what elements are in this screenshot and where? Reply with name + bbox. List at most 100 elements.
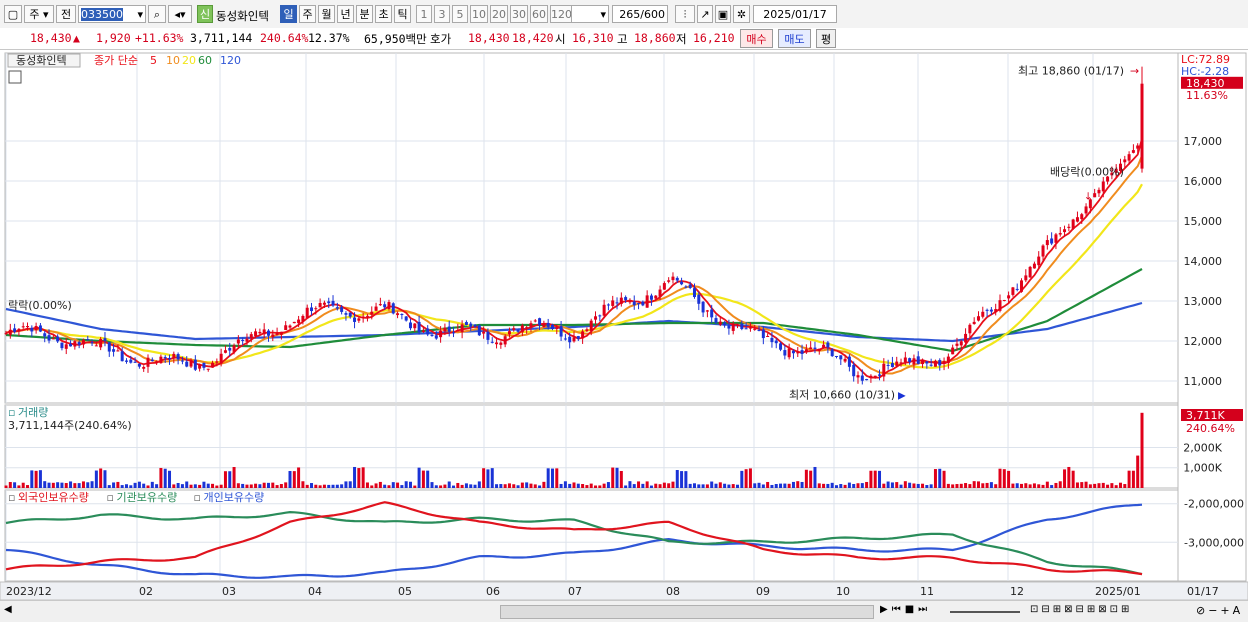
interval-button[interactable]: 20 [490,5,508,23]
playback-controls-icon[interactable]: ▶⏮■⏭ [880,604,931,615]
stock-code-input[interactable]: 033500 ▾ [78,5,146,23]
candle-body [495,342,499,345]
volume-bar [865,481,869,488]
sell-button[interactable]: 매도 [778,29,811,48]
volume-bar [38,470,42,488]
candle-body [865,379,869,381]
scroll-thumb[interactable] [500,605,874,619]
candle-body [628,301,632,303]
volume-bar [1007,470,1011,488]
volume-bar [408,481,412,488]
volume-bar [486,469,490,488]
window-menu-icon[interactable]: ▢ [4,5,22,23]
zoom-slider[interactable] [950,611,1020,613]
x-axis-label: 06 [486,585,500,598]
candle-body [1136,145,1140,149]
gear-icon[interactable]: ✲ [733,5,750,23]
volume-bar [198,484,202,488]
scroll-left-icon[interactable]: ◀ [4,604,12,615]
candle-body [796,352,800,354]
date-input[interactable]: 2025/01/17 [753,5,837,23]
mode-select[interactable]: 주 ▾ [24,5,54,23]
volume-bar [559,483,563,488]
candle-body [981,311,985,317]
buy-button[interactable]: 매수 [740,29,773,48]
candle-body [77,342,81,345]
candle-body [202,362,206,368]
volume-bar [529,483,533,488]
volume-bar [520,482,524,488]
candle-body [671,276,675,281]
stock-code-value: 033500 [81,8,123,21]
candle-body [895,361,899,366]
sound-icon[interactable]: ◂▾ [168,5,192,23]
candle-type-icon[interactable]: ⫶ [675,5,695,23]
period-tab[interactable]: 분 [356,5,373,23]
interval-button[interactable]: 60 [530,5,548,23]
candle-body [34,325,38,331]
avg-button[interactable]: 평 [816,29,836,48]
tools-icon[interactable]: ↗ [697,5,713,23]
period-tab[interactable]: 틱 [394,5,411,23]
save-icon[interactable]: ▣ [715,5,731,23]
candle-body [103,338,107,341]
period-tab[interactable]: 주 [299,5,316,23]
interval-button[interactable]: 1 [416,5,432,23]
x-axis-label: 11 [920,585,934,598]
view-tools-icon[interactable]: ⊡⊟⊞⊠⊟⊞⊠⊡⊞ [1030,604,1132,615]
zoom-controls-icon[interactable]: ⊘−+A [1196,604,1243,617]
volume-bar [869,470,873,488]
volume-bar [1032,483,1036,488]
candle-body [499,342,503,345]
volume-bar [305,484,309,488]
horizontal-scrollbar[interactable]: ◀ ▶⏮■⏭ ⊡⊟⊞⊠⊟⊞⊠⊡⊞ ⊘−+A [0,600,1248,622]
volume-bar [314,484,318,488]
volume-bar [843,484,847,488]
interval-select[interactable]: ▾ [571,5,609,23]
candle-body [129,359,133,363]
x-axis-label: 2023/12 [6,585,52,598]
period-tab[interactable]: 년 [337,5,354,23]
candle-body [748,327,752,329]
volume-bar [361,467,365,488]
volume-bar [232,467,236,488]
volume-bar [933,469,937,488]
volume-bar [202,481,206,488]
interval-button[interactable]: 120 [550,5,572,23]
interval-button[interactable]: 30 [510,5,528,23]
volume-bar [632,484,636,488]
candle-body [964,333,968,343]
interval-button[interactable]: 3 [434,5,450,23]
period-tab[interactable]: 초 [375,5,392,23]
candle-body [241,339,245,341]
candle-body [1075,217,1079,222]
volume-bar [460,484,464,488]
candle-body [1011,287,1015,295]
prev-button[interactable]: 전 [56,5,76,23]
count-input[interactable]: 265/600 [612,5,668,23]
candle-body [249,334,253,339]
volume-tag-pct: 240.64% [1186,422,1235,435]
candle-body [912,358,916,365]
candle-body [727,325,731,329]
volume-title: 거래량 [18,406,48,419]
interval-button[interactable]: 5 [452,5,468,23]
candle-body [361,316,365,318]
interval-button[interactable]: 10 [470,5,488,23]
candle-body [869,375,873,379]
volume-bar [1084,481,1088,488]
quote-label: 호가 [430,32,452,46]
candle-body [137,363,141,367]
candle-body [1140,83,1144,169]
candle-body [658,289,662,297]
volume-bar [193,484,197,488]
volume-bar [654,483,658,488]
period-tab[interactable]: 일 [280,5,297,23]
volume-bar [1114,485,1118,488]
period-tab[interactable]: 월 [318,5,335,23]
search-icon[interactable]: ⌕ [148,5,166,23]
candle-body [563,338,567,340]
candle-body [860,375,864,381]
volume-tag: 3,711K [1186,409,1225,422]
candle-body [430,334,434,336]
